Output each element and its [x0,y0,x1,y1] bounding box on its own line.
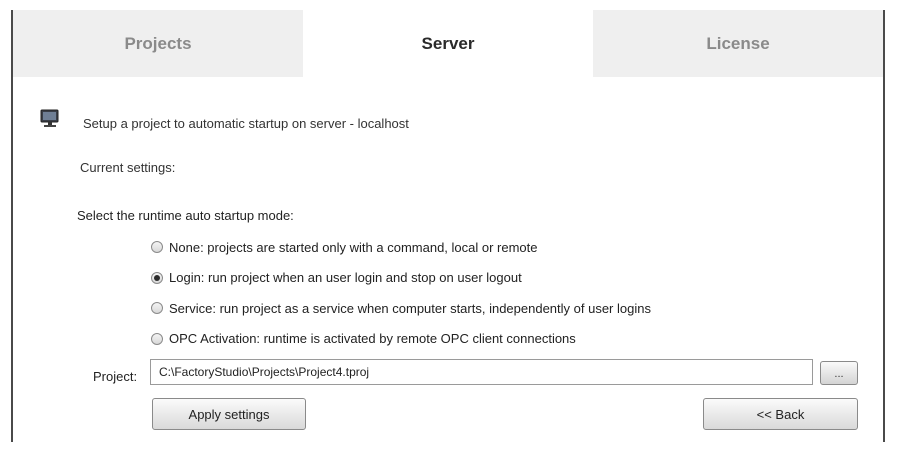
option-login-label: Login: run project when an user login an… [169,270,522,286]
option-opc-activation[interactable]: OPC Activation: runtime is activated by … [151,324,651,355]
tab-bar: Projects Server License [13,10,883,77]
back-button[interactable]: << Back [703,398,858,430]
tab-projects[interactable]: Projects [13,10,303,77]
project-label: Project: [93,369,138,384]
server-settings-window: Projects Server License Setup a project … [11,10,885,442]
radio-service[interactable] [151,302,163,315]
startup-mode-options: None: projects are started only with a c… [151,232,651,354]
option-none[interactable]: None: projects are started only with a c… [151,232,651,263]
radio-none[interactable] [151,241,163,254]
tab-license[interactable]: License [593,10,883,77]
tab-server[interactable]: Server [303,10,593,77]
option-login[interactable]: Login: run project when an user login an… [151,263,651,294]
radio-login[interactable] [151,271,163,284]
radio-opc-activation[interactable] [151,332,163,345]
option-opc-activation-label: OPC Activation: runtime is activated by … [169,331,576,347]
current-settings-label: Current settings: [80,160,176,175]
apply-settings-button[interactable]: Apply settings [152,398,306,430]
monitor-icon [40,109,59,127]
option-none-label: None: projects are started only with a c… [169,239,538,255]
project-path-input[interactable] [150,359,813,385]
startup-mode-prompt: Select the runtime auto startup mode: [77,208,294,223]
browse-button[interactable]: ... [820,361,858,385]
option-service-label: Service: run project as a service when c… [169,300,651,316]
server-setup-description: Setup a project to automatic startup on … [83,116,409,131]
option-service[interactable]: Service: run project as a service when c… [151,293,651,324]
